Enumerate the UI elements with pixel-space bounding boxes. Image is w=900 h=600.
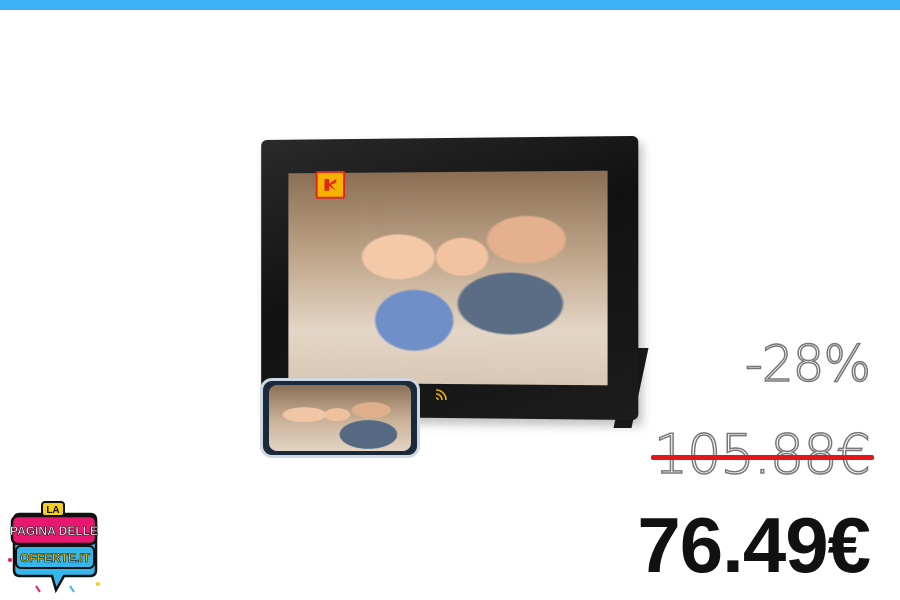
top-accent-bar xyxy=(0,0,900,10)
phone-photo xyxy=(269,385,411,451)
logo-text-pagina: PAGINA DELLE xyxy=(10,524,98,538)
product-image xyxy=(250,135,650,458)
frame-photo xyxy=(288,170,608,386)
kodak-logo-icon xyxy=(315,170,346,199)
smartphone xyxy=(260,378,420,458)
new-price: 76.49€ xyxy=(637,501,871,589)
logo-text-offerte: OFFERTE.IT xyxy=(20,551,91,565)
discount-percentage: -28% xyxy=(744,334,872,394)
old-price-block: 105.88€ xyxy=(650,424,874,485)
site-logo: LA PAGINA DELLE OFFERTE.IT xyxy=(8,501,100,594)
wifi-icon xyxy=(436,389,447,401)
strikethrough-line xyxy=(650,455,874,460)
logo-text-la: LA xyxy=(46,505,59,516)
